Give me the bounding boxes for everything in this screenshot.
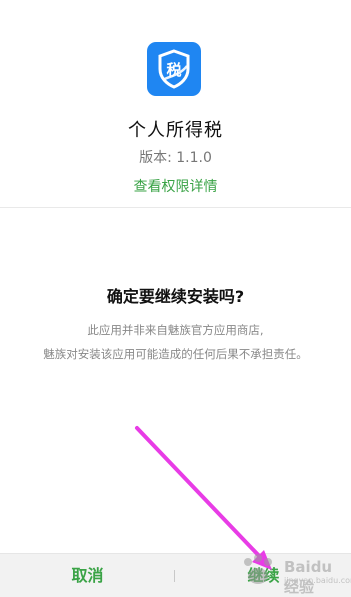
svg-text:税: 税 — [166, 61, 181, 79]
app-icon: 税 — [147, 42, 201, 96]
action-bar: 取消 继续 — [0, 553, 351, 597]
app-name: 个人所得税 — [128, 120, 223, 141]
install-confirm-question: 确定要继续安装吗? — [106, 287, 245, 306]
view-permissions-link[interactable]: 查看权限详情 — [0, 176, 351, 196]
warning-note-line-1: 此应用并非来自魅族官方应用商店, — [87, 323, 264, 337]
app-info-section: 税 个人所得税 版本: 1.1.0 查看权限详情 — [0, 0, 351, 208]
cancel-button[interactable]: 取消 — [0, 554, 175, 597]
warning-note-line-2: 魅族对安装该应用可能造成的任何后果不承担责任。 — [43, 347, 308, 361]
continue-button[interactable]: 继续 — [176, 554, 351, 597]
action-divider — [174, 570, 175, 582]
shield-icon: 税 — [158, 49, 190, 89]
app-version: 版本: 1.1.0 — [139, 150, 212, 166]
